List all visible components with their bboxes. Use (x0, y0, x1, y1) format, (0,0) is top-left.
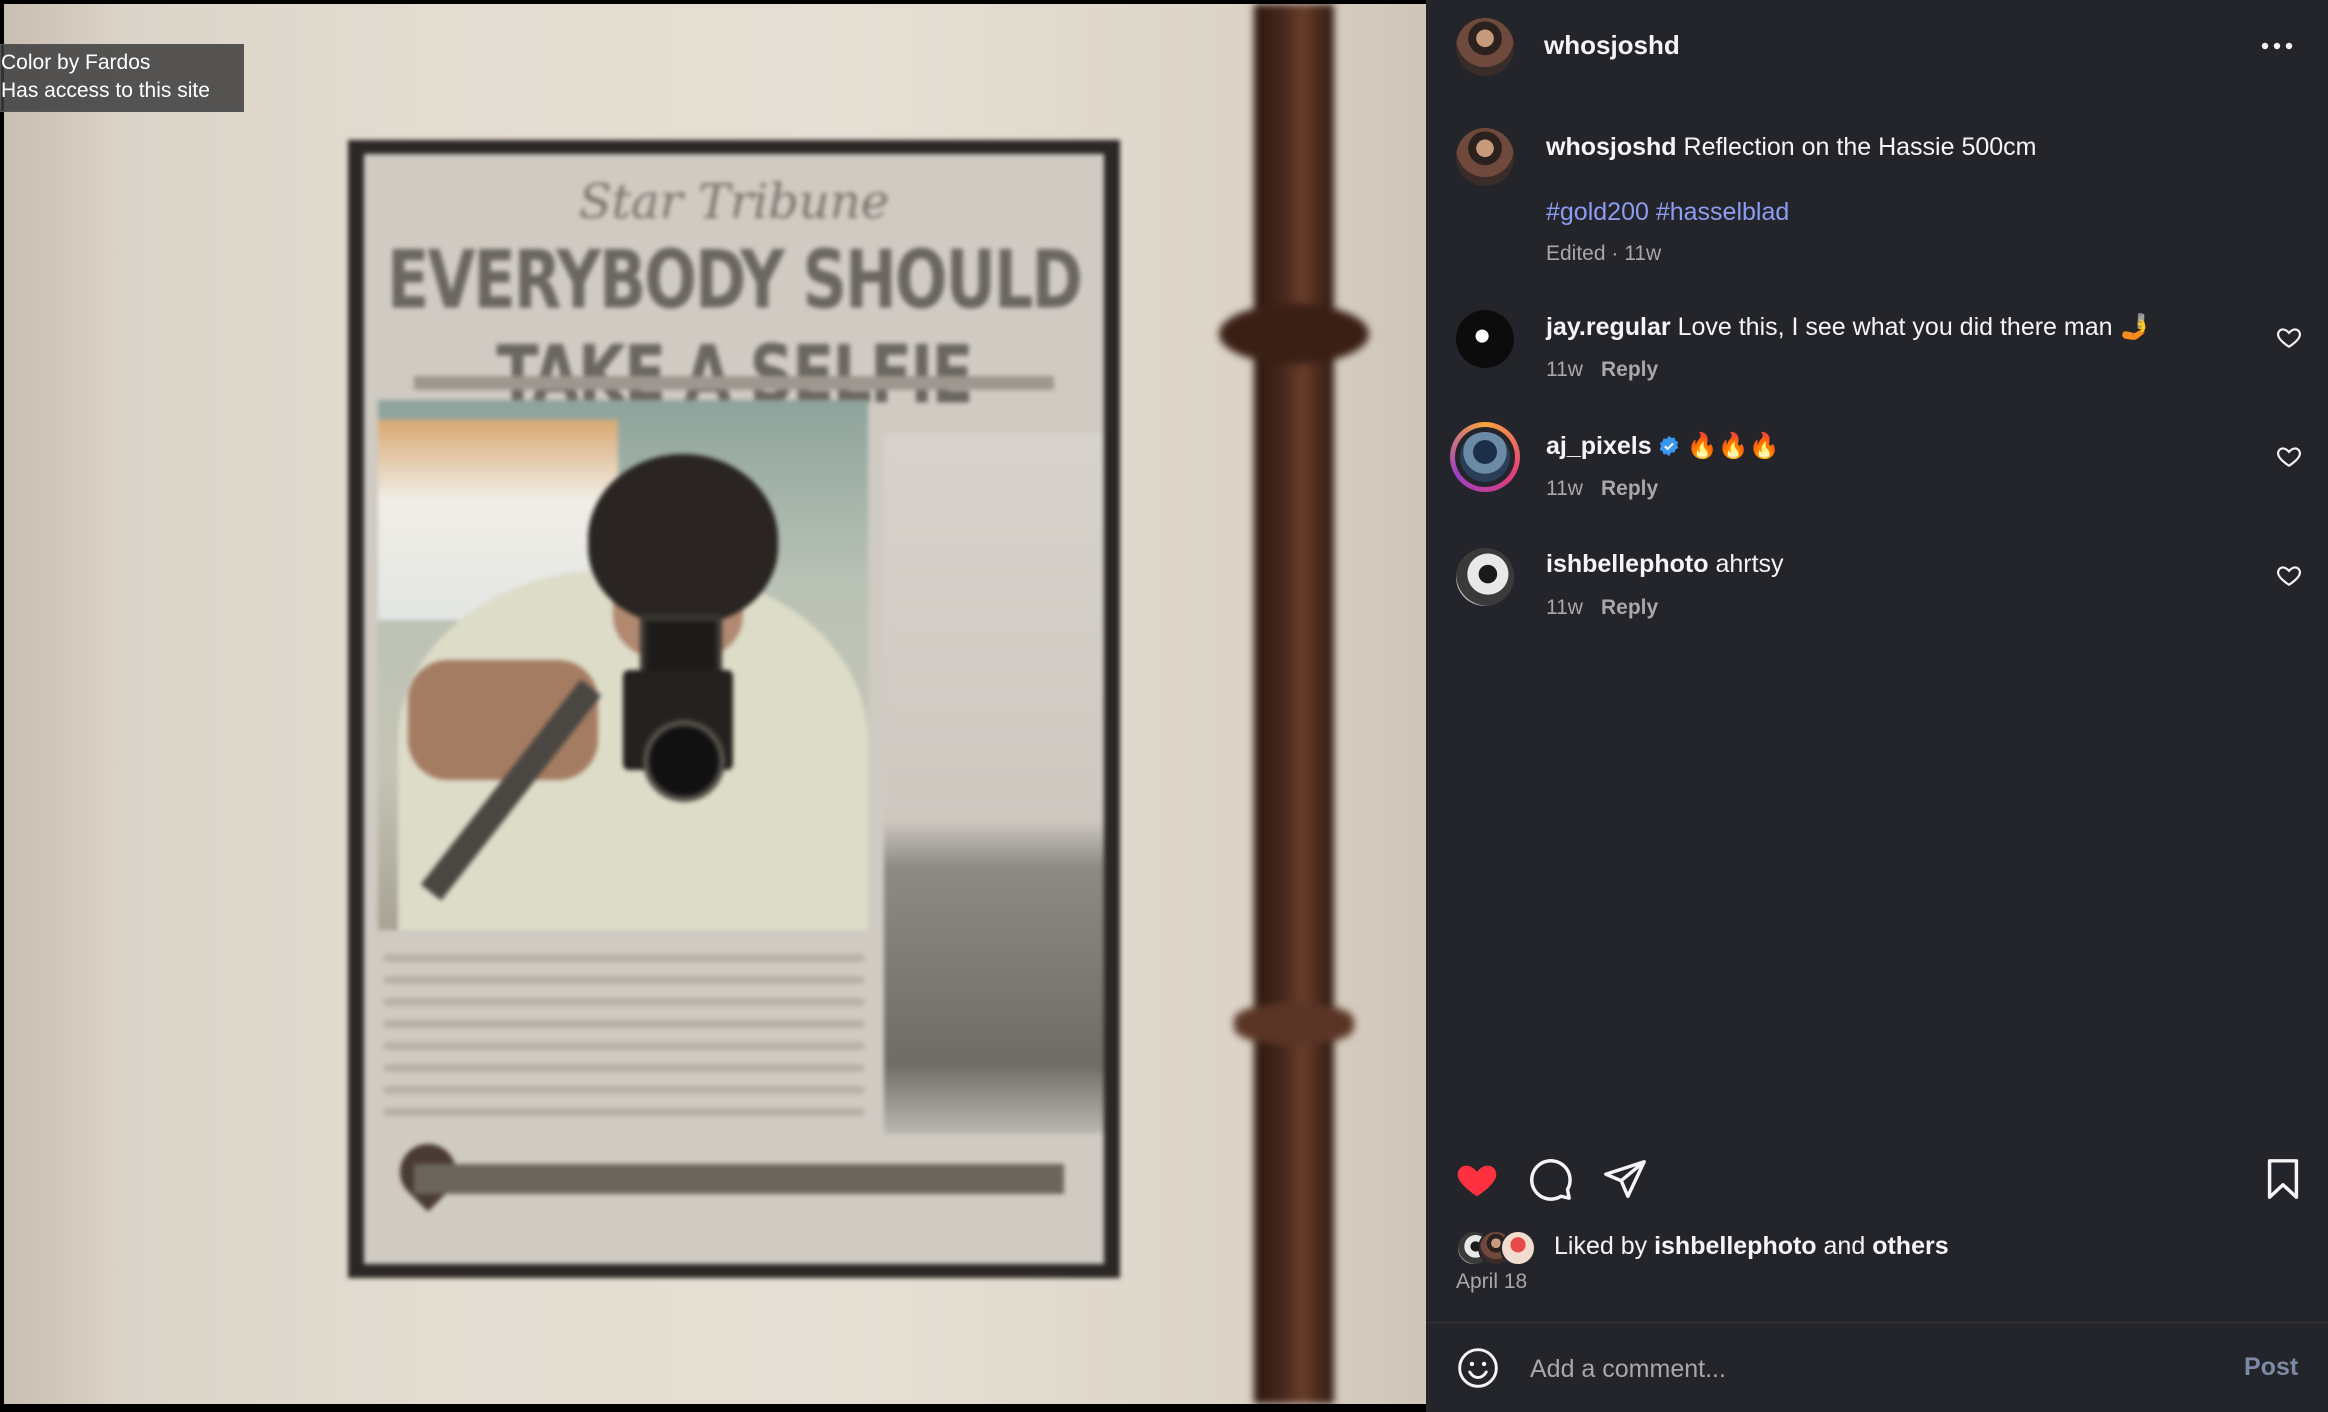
poster-masthead: Star Tribune (578, 174, 890, 230)
more-horizontal-icon[interactable] (2260, 34, 2294, 58)
comment-avatar (1460, 432, 1510, 482)
comment-row: aj_pixels 🔥🔥🔥 (1546, 429, 1780, 463)
author-username[interactable]: whosjoshd (1544, 30, 1680, 61)
caption-hashtags: #gold200 #hasselblad (1546, 195, 1789, 229)
extension-tooltip: Color by Fardos Has access to this site (0, 44, 244, 112)
comment-time: 11w (1546, 358, 1583, 381)
comment-like-heart-icon[interactable] (2276, 562, 2302, 588)
tooltip-line-2: Has access to this site (1, 79, 210, 102)
liked-by-prefix: Liked by (1554, 1232, 1648, 1260)
comment-avatar[interactable] (1456, 310, 1514, 368)
wall-shadow (4, 4, 124, 1404)
column-capital (1219, 304, 1369, 364)
heart-filled-icon[interactable] (1454, 1156, 1500, 1202)
emoji-icon[interactable] (1456, 1346, 1500, 1390)
poster-photo-column (884, 434, 1104, 1134)
caption-username[interactable]: whosjoshd (1546, 133, 1677, 161)
hashtag-link[interactable]: #hasselblad (1656, 198, 1789, 226)
wooden-column (1204, 4, 1384, 1404)
liked-by-avatars[interactable] (1456, 1230, 1546, 1266)
liked-by-user[interactable]: ishbellephoto (1654, 1232, 1817, 1260)
comment-like-heart-icon[interactable] (2276, 443, 2302, 469)
comment-username[interactable]: ishbellephoto (1546, 550, 1709, 578)
post-photo[interactable]: Star Tribune EVERYBODY SHOULD TAKE A SEL… (4, 4, 1426, 1404)
poster-footer (414, 1164, 1064, 1194)
comment-text: ahrtsy (1715, 550, 1784, 578)
comment-meta: 11w Reply (1546, 358, 1658, 382)
liker-avatar (1500, 1230, 1536, 1266)
camera-lens (643, 720, 725, 802)
hashtag-link[interactable]: #gold200 (1546, 198, 1649, 226)
reply-button[interactable]: Reply (1601, 596, 1658, 619)
comment-input[interactable] (1528, 1348, 2152, 1390)
bookmark-icon[interactable] (2260, 1156, 2306, 1202)
comment-text: Love this, I see what you did there man … (1677, 313, 2151, 341)
comment-avatar[interactable] (1456, 548, 1514, 606)
comment-like-heart-icon[interactable] (2276, 324, 2302, 350)
post-side-panel: whosjoshd whosjoshd Reflection on the Ha… (1426, 0, 2328, 1412)
caption: whosjoshd Reflection on the Hassie 500cm (1546, 130, 2036, 164)
post-comment-button[interactable]: Post (2244, 1353, 2298, 1382)
comment-username[interactable]: jay.regular (1546, 313, 1671, 341)
liked-by-text: Liked by ishbellephoto and others (1554, 1229, 1949, 1263)
reply-button[interactable]: Reply (1601, 358, 1658, 381)
liked-by-and: and (1823, 1232, 1866, 1260)
framed-poster: Star Tribune EVERYBODY SHOULD TAKE A SEL… (348, 140, 1120, 1278)
verified-badge-icon (1658, 432, 1680, 457)
author-avatar[interactable] (1456, 18, 1514, 76)
comment-avatar-story-ring[interactable] (1450, 422, 1520, 492)
liked-by-others[interactable]: others (1872, 1232, 1948, 1260)
comment-meta: 11w Reply (1546, 596, 1658, 620)
comment-icon[interactable] (1528, 1156, 1574, 1202)
column-band (1234, 1004, 1354, 1044)
comment-time: 11w (1546, 477, 1583, 500)
column-shaft (1254, 4, 1334, 1404)
comment-time: 11w (1546, 596, 1583, 619)
photographer-hair (588, 454, 778, 624)
composer-divider (1426, 1322, 2328, 1323)
poster-text-lines (384, 954, 864, 1124)
send-icon[interactable] (1602, 1156, 1648, 1202)
caption-avatar[interactable] (1456, 128, 1514, 186)
post-date[interactable]: April 18 (1456, 1270, 1527, 1294)
caption-text: Reflection on the Hassie 500cm (1683, 133, 2037, 161)
comment-meta: 11w Reply (1546, 477, 1658, 501)
reply-button[interactable]: Reply (1601, 477, 1658, 500)
tooltip-line-1: Color by Fardos (1, 51, 151, 74)
poster-page: Star Tribune EVERYBODY SHOULD TAKE A SEL… (364, 154, 1104, 1264)
poster-subheadline (414, 376, 1054, 390)
comment-row: jay.regular Love this, I see what you di… (1546, 310, 2151, 344)
comment-text: 🔥🔥🔥 (1686, 432, 1780, 460)
poster-headline: EVERYBODY SHOULD TAKE A SELFIE (387, 232, 1083, 422)
mirror-reflection (378, 400, 868, 930)
comment-row: ishbellephoto ahrtsy (1546, 547, 1784, 581)
comment-username[interactable]: aj_pixels (1546, 432, 1652, 460)
caption-edited-meta: Edited · 11w (1546, 242, 1662, 265)
